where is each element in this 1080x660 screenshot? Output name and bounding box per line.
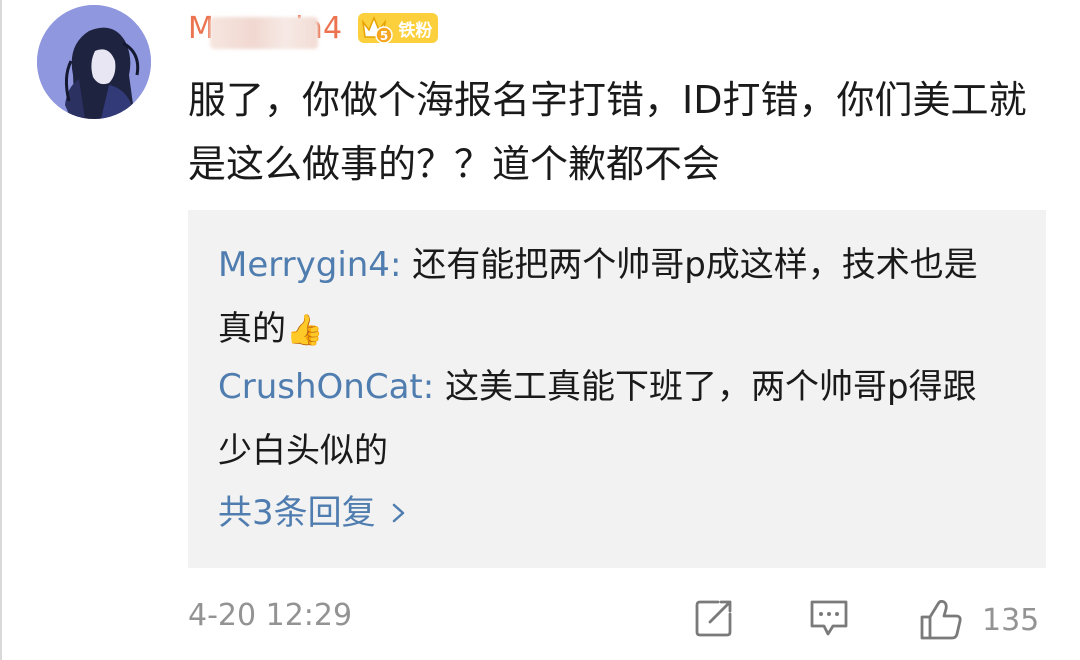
avatar-image <box>37 5 151 119</box>
like-button[interactable]: 135 <box>918 598 1039 642</box>
thumbs-up-icon <box>920 599 962 640</box>
badge-label: 铁粉 <box>398 20 433 41</box>
comment-button[interactable] <box>808 598 850 638</box>
more-replies-label: 共3条回复 <box>218 493 376 533</box>
reply-item[interactable]: Merrygin4: 还有能把两个帅哥p成这样，技术也是真的👍 <box>218 233 1008 363</box>
chevron-right-icon <box>392 503 404 523</box>
reply-username[interactable]: Merrygin4 <box>218 245 390 285</box>
share-button[interactable] <box>694 598 734 638</box>
comment-timestamp: 4-20 12:29 <box>188 598 353 633</box>
reply-separator: : <box>422 367 446 407</box>
comment-username[interactable]: Merrygin4 <box>188 11 342 49</box>
username-redaction <box>210 16 318 49</box>
like-count: 135 <box>982 602 1040 638</box>
fan-badge[interactable]: 5 铁粉 <box>358 13 439 43</box>
comment-header: Merrygin4 5 铁粉 <box>188 6 439 50</box>
user-avatar[interactable] <box>37 5 151 119</box>
comment-icon <box>810 600 848 636</box>
reply-list[interactable]: Merrygin4: 还有能把两个帅哥p成这样，技术也是真的👍 CrushOnC… <box>188 210 1046 568</box>
thumbs-up-emoji: 👍 <box>286 313 324 348</box>
reply-separator: : <box>389 245 413 285</box>
comment-text: 服了，你做个海报名字打错，ID打错，你们美工就是这么做事的？？道个歉都不会 <box>188 78 1027 186</box>
reply-item[interactable]: CrushOnCat: 这美工真能下班了，两个帅哥p得跟少白头似的 <box>218 355 1008 483</box>
more-replies-link[interactable]: 共3条回复 <box>218 489 408 537</box>
reply-username[interactable]: CrushOnCat <box>218 367 423 407</box>
crown-icon: 5 <box>362 16 394 43</box>
badge-level: 5 <box>380 29 388 43</box>
left-border <box>0 0 2 660</box>
share-icon <box>695 600 732 637</box>
